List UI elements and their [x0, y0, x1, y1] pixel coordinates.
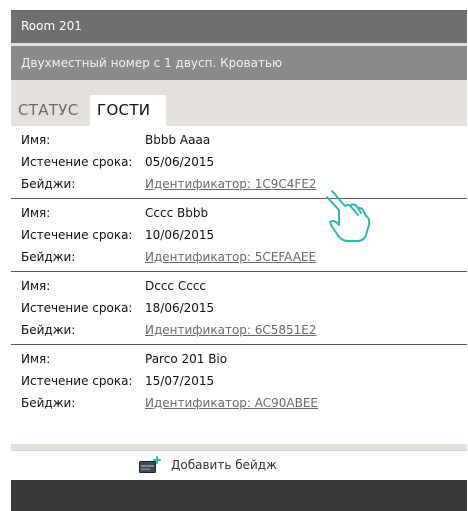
- name-label: Имя:: [21, 206, 51, 220]
- guest-entry: Имя: Cccc Bbbb Истечение срока: 10/06/20…: [11, 199, 467, 272]
- add-badge-label: Добавить бейдж: [171, 458, 277, 472]
- room-type-label: Двухместный номер с 1 двусп. Кроватью: [21, 56, 283, 70]
- name-label: Имя:: [21, 133, 51, 147]
- badges-label: Бейджи:: [21, 396, 76, 410]
- hand-pointer-icon: [326, 190, 371, 242]
- badge-id-link[interactable]: Идентификатор: AC90ABEE: [145, 396, 318, 410]
- tab-bar: СТАТУС ГОСТИ: [11, 81, 467, 126]
- guest-expiry: 05/06/2015: [145, 155, 215, 169]
- room-title: Room 201: [21, 19, 82, 33]
- badge-id-link[interactable]: Идентификатор: 1C9C4FE2: [145, 177, 317, 191]
- guest-name: Parco 201 Bio: [145, 352, 228, 366]
- card-add-icon: [139, 456, 161, 473]
- tab-guests[interactable]: ГОСТИ: [90, 95, 166, 126]
- badges-label: Бейджи:: [21, 250, 76, 264]
- badge-id-link[interactable]: Идентификатор: 6C5851E2: [145, 323, 317, 337]
- badges-label: Бейджи:: [21, 323, 76, 337]
- guest-entry: Имя: Dccc Cccc Истечение срока: 18/06/20…: [11, 272, 467, 345]
- guest-name: Cccc Bbbb: [145, 206, 209, 220]
- guest-expiry: 10/06/2015: [145, 228, 215, 242]
- guest-entry: Имя: Parco 201 Bio Истечение срока: 15/0…: [11, 345, 467, 417]
- guest-expiry: 18/06/2015: [145, 301, 215, 315]
- badge-id-link[interactable]: Идентификатор: 5CEFAAEE: [145, 250, 316, 264]
- guest-name: Bbbb Aaaa: [145, 133, 211, 147]
- guest-entry: Имя: Bbbb Aaaa Истечение срока: 05/06/20…: [11, 126, 467, 199]
- room-panel: Room 201 Двухместный номер с 1 двусп. Кр…: [11, 10, 467, 511]
- add-badge-button[interactable]: Добавить бейдж: [11, 450, 467, 480]
- expiry-label: Истечение срока:: [21, 228, 133, 242]
- expiry-label: Истечение срока:: [21, 155, 133, 169]
- title-bar: Room 201: [11, 10, 467, 43]
- expiry-label: Истечение срока:: [21, 374, 133, 388]
- room-type-bar: Двухместный номер с 1 двусп. Кроватью: [11, 46, 467, 80]
- name-label: Имя:: [21, 279, 51, 293]
- name-label: Имя:: [21, 352, 51, 366]
- tab-guests-label: ГОСТИ: [97, 101, 151, 119]
- guest-list[interactable]: Имя: Bbbb Aaaa Истечение срока: 05/06/20…: [11, 126, 467, 444]
- guest-expiry: 15/07/2015: [145, 374, 215, 388]
- tab-status-label: СТАТУС: [18, 101, 79, 119]
- bottom-bar: [11, 480, 467, 511]
- expiry-label: Истечение срока:: [21, 301, 133, 315]
- guest-name: Dccc Cccc: [145, 279, 207, 293]
- badges-label: Бейджи:: [21, 177, 76, 191]
- tab-status[interactable]: СТАТУС: [11, 95, 89, 126]
